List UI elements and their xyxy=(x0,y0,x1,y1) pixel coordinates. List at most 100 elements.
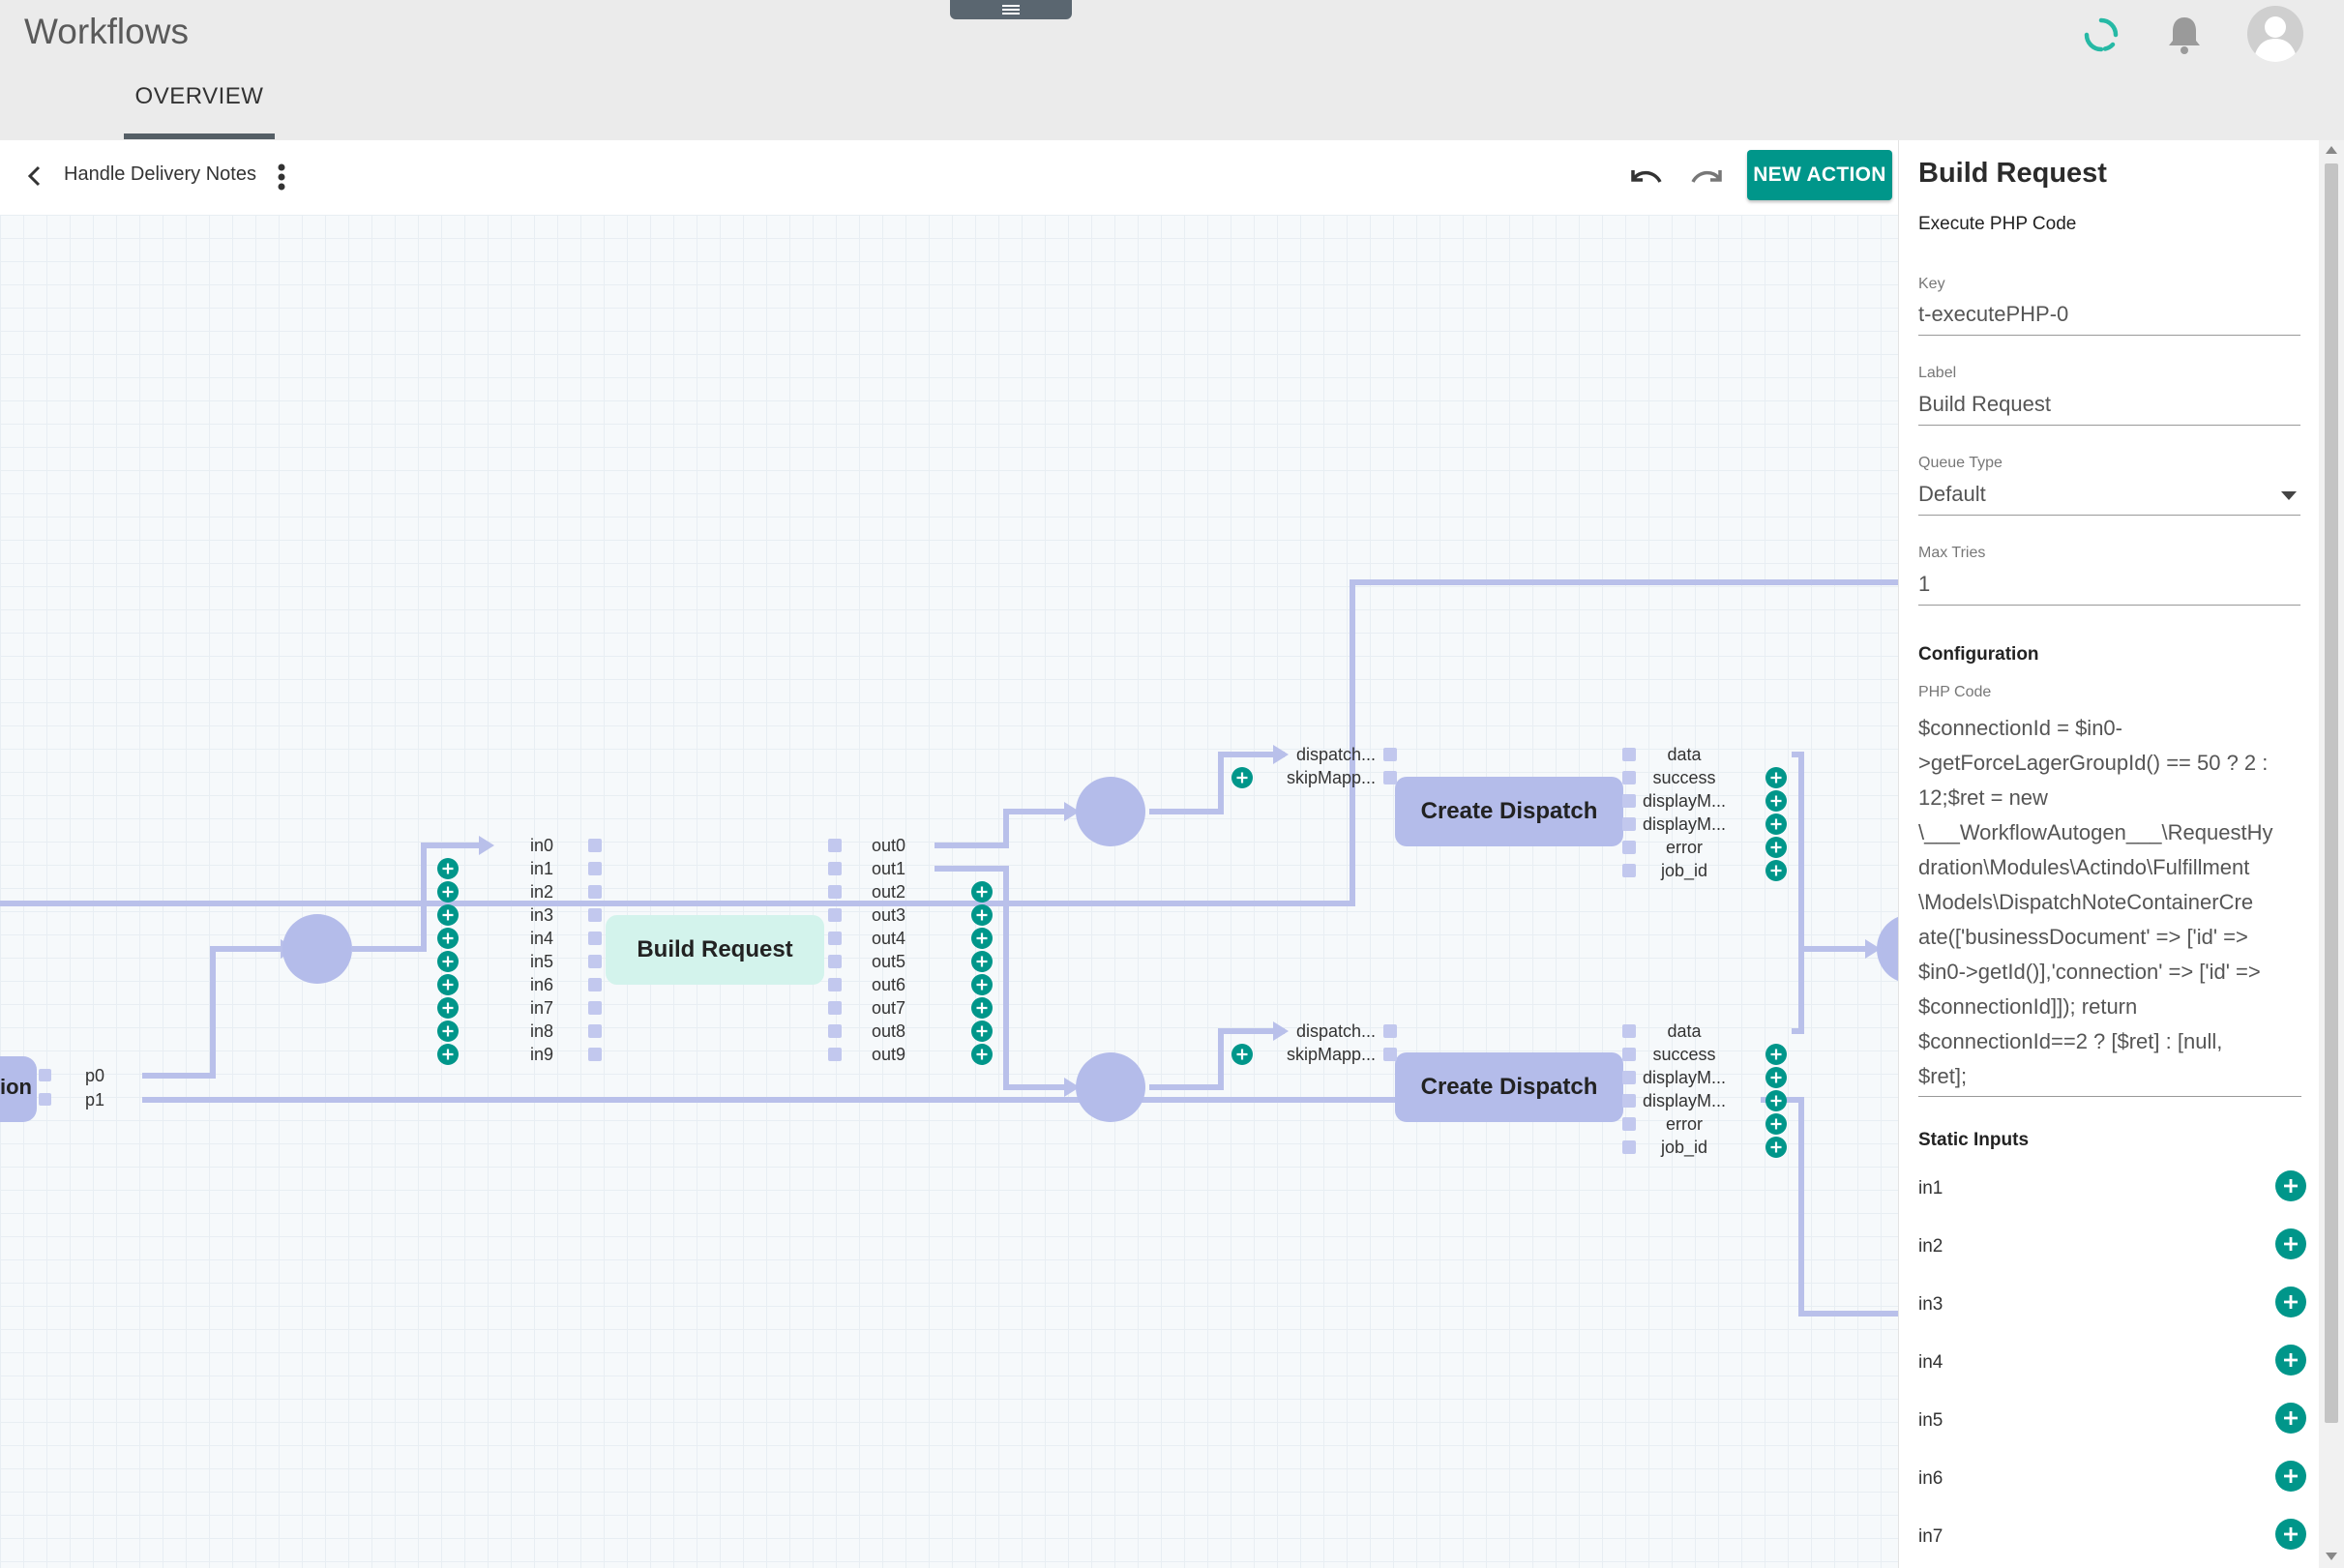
label-field[interactable]: Build Request xyxy=(1918,392,2300,426)
add-static-input-icon[interactable] xyxy=(2275,1287,2306,1317)
port-handle[interactable] xyxy=(828,908,842,922)
junction-node[interactable] xyxy=(1076,777,1145,846)
add-port-icon[interactable] xyxy=(971,928,993,949)
max-tries-field[interactable]: 1 xyxy=(1918,572,2300,606)
add-port-icon[interactable] xyxy=(1231,767,1253,788)
port-handle[interactable] xyxy=(828,955,842,968)
junction-node[interactable] xyxy=(1076,1052,1145,1122)
port-handle[interactable] xyxy=(1383,1024,1397,1038)
add-port-icon[interactable] xyxy=(1765,814,1787,835)
key-field[interactable]: t-executePHP-0 xyxy=(1918,302,2300,336)
add-static-input-icon[interactable] xyxy=(2275,1461,2306,1492)
port-handle[interactable] xyxy=(1383,1048,1397,1061)
add-static-input-icon[interactable] xyxy=(2275,1170,2306,1201)
queue-type-select[interactable]: Default xyxy=(1918,482,2300,516)
add-port-icon[interactable] xyxy=(437,904,459,926)
add-port-icon[interactable] xyxy=(437,1021,459,1042)
create-dispatch-node-top[interactable]: Create Dispatch dispatch... skipMapp... da… xyxy=(1231,745,1787,881)
port-handle[interactable] xyxy=(1622,1071,1636,1084)
port-handle[interactable] xyxy=(588,839,602,852)
add-port-icon[interactable] xyxy=(1765,860,1787,881)
port-handle[interactable] xyxy=(588,955,602,968)
add-port-icon[interactable] xyxy=(437,974,459,995)
add-port-icon[interactable] xyxy=(437,858,459,879)
scroll-down-arrow-icon[interactable] xyxy=(2326,1553,2337,1560)
port-handle[interactable] xyxy=(1622,1117,1636,1131)
port-handle[interactable] xyxy=(1622,748,1636,761)
add-port-icon[interactable] xyxy=(1765,767,1787,788)
add-port-icon[interactable] xyxy=(1765,1113,1787,1135)
port-handle[interactable] xyxy=(588,1001,602,1015)
port-handle[interactable] xyxy=(828,862,842,875)
add-port-icon[interactable] xyxy=(437,881,459,902)
add-port-icon[interactable] xyxy=(1231,1044,1253,1065)
port-handle[interactable] xyxy=(828,1048,842,1061)
port-handle[interactable] xyxy=(588,932,602,945)
scroll-up-arrow-icon[interactable] xyxy=(2326,146,2337,154)
port-handle[interactable] xyxy=(588,862,602,875)
port-handle[interactable] xyxy=(588,908,602,922)
junction-node[interactable] xyxy=(282,914,352,984)
add-port-icon[interactable] xyxy=(437,951,459,972)
port-handle[interactable] xyxy=(828,978,842,991)
add-port-icon[interactable] xyxy=(437,928,459,949)
port-handle[interactable] xyxy=(1622,841,1636,854)
panel-scrollbar[interactable] xyxy=(2319,140,2344,1568)
port-handle[interactable] xyxy=(1622,1140,1636,1154)
add-port-icon[interactable] xyxy=(1765,837,1787,858)
add-port-icon[interactable] xyxy=(971,904,993,926)
port-handle[interactable] xyxy=(588,978,602,991)
port-handle[interactable] xyxy=(828,885,842,899)
partial-node[interactable]: ion p0 p1 xyxy=(0,1056,104,1122)
port-handle[interactable] xyxy=(588,1048,602,1061)
add-port-icon[interactable] xyxy=(971,881,993,902)
add-port-icon[interactable] xyxy=(1765,1137,1787,1158)
add-static-input-icon[interactable] xyxy=(2275,1345,2306,1376)
scroll-thumb[interactable] xyxy=(2325,163,2338,1423)
port-handle[interactable] xyxy=(588,1024,602,1038)
add-port-icon[interactable] xyxy=(971,951,993,972)
port-handle[interactable] xyxy=(1622,1048,1636,1061)
add-port-icon[interactable] xyxy=(437,997,459,1019)
port-handle[interactable] xyxy=(1383,771,1397,784)
workflow-canvas[interactable]: ion p0 p1 Build Request in0 in1 in2 in3 in4 i… xyxy=(0,215,1898,1568)
port-handle[interactable] xyxy=(828,932,842,945)
port-handle[interactable] xyxy=(1622,771,1636,784)
add-static-input-icon[interactable] xyxy=(2275,1519,2306,1550)
redo-icon[interactable] xyxy=(1687,160,1728,194)
add-port-icon[interactable] xyxy=(971,974,993,995)
undo-icon[interactable] xyxy=(1625,160,1666,194)
add-port-icon[interactable] xyxy=(1765,790,1787,812)
add-port-icon[interactable] xyxy=(971,1044,993,1065)
php-code-editor[interactable]: $connectionId = $in0- >getForceLagerGroup… xyxy=(1918,711,2301,1097)
new-action-button[interactable]: NEW ACTION xyxy=(1747,150,1892,200)
port-handle[interactable] xyxy=(828,1001,842,1015)
port-handle[interactable] xyxy=(828,839,842,852)
port-handle[interactable] xyxy=(828,1024,842,1038)
port-handle[interactable] xyxy=(1622,1024,1636,1038)
more-options-icon[interactable] xyxy=(269,158,294,196)
junction-node[interactable] xyxy=(1877,914,1898,984)
add-port-icon[interactable] xyxy=(1765,1067,1787,1088)
port-handle[interactable] xyxy=(1622,817,1636,831)
drawer-handle[interactable] xyxy=(950,0,1072,19)
add-port-icon[interactable] xyxy=(971,1021,993,1042)
back-button[interactable] xyxy=(17,160,50,192)
bell-icon[interactable] xyxy=(2165,14,2204,56)
port-handle[interactable] xyxy=(1622,794,1636,808)
tab-overview[interactable]: OVERVIEW xyxy=(124,83,275,137)
add-port-icon[interactable] xyxy=(437,1044,459,1065)
port-handle[interactable] xyxy=(1383,748,1397,761)
port-handle[interactable] xyxy=(588,885,602,899)
build-request-node[interactable]: Build Request in0 in1 in2 in3 in4 in5 in6 in7 in… xyxy=(437,836,993,1065)
sync-icon[interactable] xyxy=(2080,14,2122,56)
port-handle[interactable] xyxy=(1622,1094,1636,1108)
add-static-input-icon[interactable] xyxy=(2275,1228,2306,1259)
add-port-icon[interactable] xyxy=(971,997,993,1019)
add-port-icon[interactable] xyxy=(1765,1090,1787,1111)
port-handle[interactable] xyxy=(1622,864,1636,877)
create-dispatch-node-bottom[interactable]: Create Dispatch dispatch... skipMapp... da… xyxy=(1231,1021,1787,1158)
add-static-input-icon[interactable] xyxy=(2275,1403,2306,1434)
user-avatar-icon[interactable] xyxy=(2247,6,2303,62)
add-port-icon[interactable] xyxy=(1765,1044,1787,1065)
